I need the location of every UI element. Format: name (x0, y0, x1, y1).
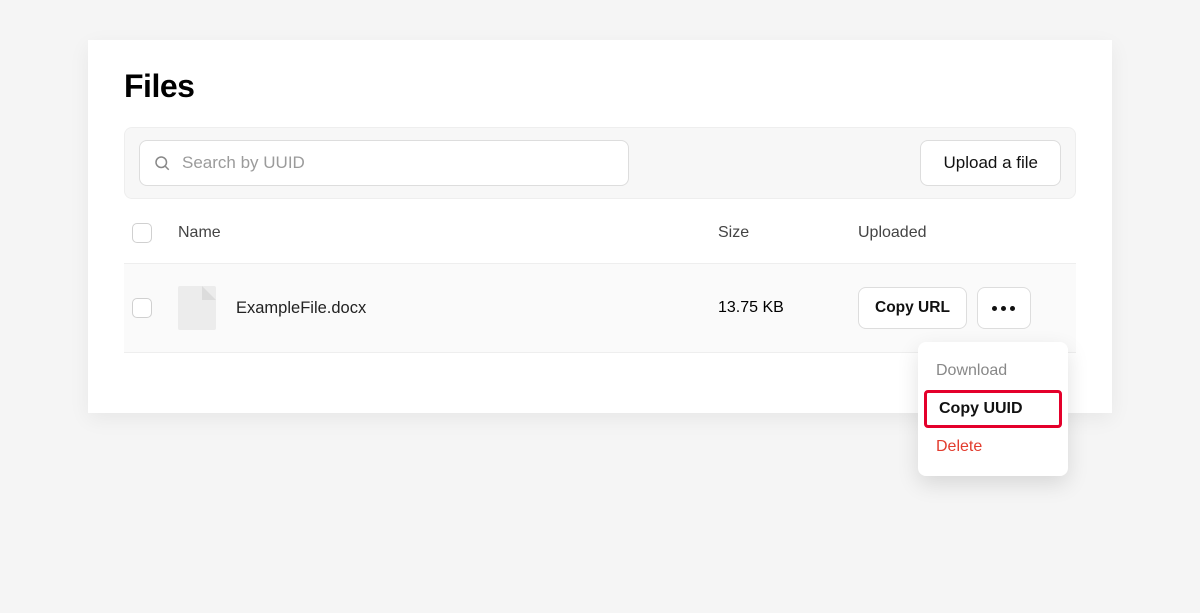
table-header: Name Size Uploaded (124, 199, 1076, 264)
row-checkbox[interactable] (132, 298, 152, 318)
search-input[interactable] (139, 140, 629, 186)
upload-file-button[interactable]: Upload a file (920, 140, 1061, 186)
copy-url-button[interactable]: Copy URL (858, 287, 967, 329)
search-field (139, 140, 629, 186)
file-icon (178, 286, 216, 330)
dropdown-item-delete[interactable]: Delete (918, 428, 1068, 466)
select-all-checkbox[interactable] (132, 223, 152, 243)
column-header-name: Name (178, 224, 718, 242)
row-actions-dropdown: Download Copy UUID Delete (918, 342, 1068, 476)
more-actions-button[interactable] (977, 287, 1031, 329)
dropdown-item-copy-uuid[interactable]: Copy UUID (924, 390, 1062, 428)
search-icon (153, 154, 171, 172)
column-header-size: Size (718, 224, 858, 242)
page-title: Files (124, 68, 1076, 105)
more-icon (992, 306, 1015, 311)
toolbar: Upload a file (124, 127, 1076, 199)
file-size: 13.75 KB (718, 299, 858, 317)
table-row: ExampleFile.docx 13.75 KB Copy URL Downl… (124, 264, 1076, 353)
dropdown-item-download[interactable]: Download (918, 352, 1068, 390)
column-header-uploaded: Uploaded (858, 224, 1068, 242)
file-name: ExampleFile.docx (236, 299, 366, 318)
